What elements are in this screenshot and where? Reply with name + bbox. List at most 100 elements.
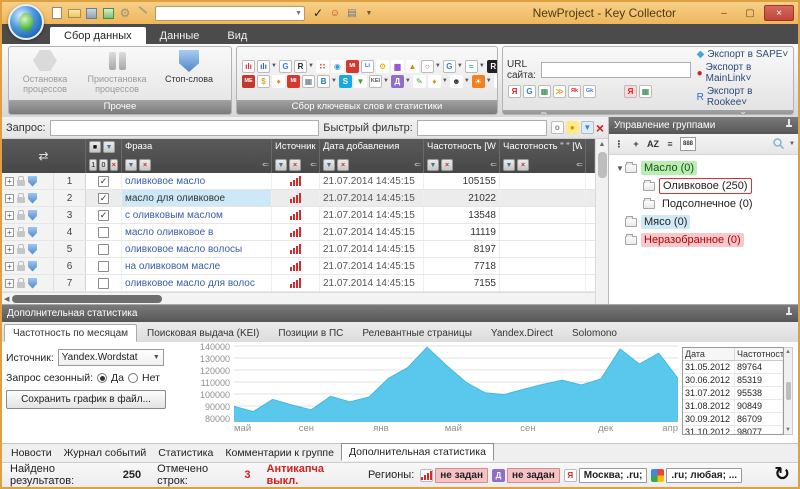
tree-item[interactable]: Подсолнечное (0) <box>611 195 796 213</box>
google-stat-icon[interactable]: G <box>279 60 292 73</box>
captcha-icon[interactable]: ☺ <box>328 7 342 20</box>
geo-icon[interactable]: ▼ <box>354 75 367 88</box>
clear-filter-icon[interactable]: × <box>139 159 151 171</box>
groups-search-icon[interactable] <box>772 137 785 152</box>
google-pages-icon[interactable]: G <box>523 85 536 98</box>
lock-icon[interactable] <box>17 265 25 271</box>
region-badge[interactable]: .ru; любая; ... <box>666 468 742 483</box>
select-all-icon[interactable]: ■ <box>89 141 101 153</box>
expand-row-icon[interactable]: + <box>5 245 14 254</box>
source-select[interactable]: Yandex.Wordstat▼ <box>58 349 164 366</box>
check-zero-icon[interactable]: 0 <box>99 159 107 171</box>
maximize-button[interactable]: ▢ <box>738 5 762 21</box>
tree-item[interactable]: Мясо (0) <box>611 213 796 231</box>
stats-tab-Позиции в ПС[interactable]: Позиции в ПС <box>269 324 352 342</box>
bottom-tab-Статистика[interactable]: Статистика <box>153 445 218 461</box>
kei-icon[interactable]: KEI▼ <box>369 75 389 88</box>
close-button[interactable]: × <box>764 5 794 21</box>
sape-export-button[interactable]: ◆Экспорт в SAPE˅ <box>697 49 789 60</box>
column-header-5[interactable]: Частотность " " [WS]▼×⇐ <box>500 139 586 173</box>
table-row[interactable]: +2✓масло для оливковое21.07.2014 14:45:1… <box>2 190 595 207</box>
pin-icon[interactable] <box>785 119 793 132</box>
filter-funnel-icon[interactable]: ▼ <box>323 159 335 171</box>
query-input[interactable] <box>50 120 320 136</box>
table-row[interactable]: +5оливковое масло волосы21.07.2014 14:45… <box>2 241 595 258</box>
expand-row-icon[interactable]: + <box>5 211 14 220</box>
clear-filter-icon[interactable]: × <box>441 159 453 171</box>
wizard-wand-icon[interactable] <box>135 7 149 20</box>
row-checkbox[interactable]: ✓ <box>98 176 109 187</box>
row-checkbox[interactable]: ✓ <box>98 193 109 204</box>
open-project-icon[interactable] <box>67 7 81 20</box>
expand-row-icon[interactable]: + <box>5 194 14 203</box>
shield-icon[interactable] <box>28 210 37 221</box>
checkbox-column-header[interactable]: ■▼10× <box>86 139 122 173</box>
table-row[interactable]: +3✓с оливковым маслом21.07.2014 14:45:15… <box>2 207 595 224</box>
filter-funnel-icon[interactable]: ▼ <box>581 121 594 134</box>
sort-az-icon[interactable]: AZ <box>646 137 660 151</box>
url-input[interactable] <box>541 62 691 78</box>
minimize-button[interactable]: – <box>712 5 736 21</box>
column-header-4[interactable]: Частотность [WS]▼×⇐ <box>424 139 500 173</box>
app-logo-icon[interactable] <box>8 4 44 40</box>
rambler-dark-icon[interactable]: R▼ <box>487 60 498 73</box>
skype-icon[interactable]: S <box>339 75 352 88</box>
new-project-icon[interactable] <box>50 7 64 20</box>
seasonal-yes-radio[interactable] <box>97 373 107 383</box>
check-one-icon[interactable]: 1 <box>89 159 97 171</box>
mail-ru2-icon[interactable]: MI <box>287 75 300 88</box>
phrase-cell[interactable]: на оливковом масле <box>122 258 272 274</box>
table-row[interactable]: +7оливковое масло для волос21.07.2014 14… <box>2 275 595 292</box>
bottom-tab-Комментарии к группе[interactable]: Комментарии к группе <box>220 445 339 461</box>
direct-icon[interactable]: Д▼ <box>391 75 411 88</box>
seasonal-no-radio[interactable] <box>128 373 138 383</box>
expand-row-icon[interactable]: + <box>5 279 14 288</box>
phrase-cell[interactable]: оливковое масло волосы <box>122 241 272 257</box>
tree-expand-icon[interactable]: ▼ <box>615 164 625 173</box>
api-gear-icon[interactable]: ⚙ <box>376 60 389 73</box>
lock-icon[interactable] <box>17 197 25 203</box>
sun-icon[interactable]: ☀▼ <box>472 75 492 88</box>
vertical-scrollbar[interactable]: ▲ <box>595 139 608 304</box>
clear-filter-icon[interactable]: × <box>517 159 529 171</box>
row-checkbox[interactable] <box>98 227 109 238</box>
column-settings-icon[interactable]: ⇄ <box>2 139 86 173</box>
quick-filter-input[interactable] <box>417 120 547 136</box>
stats-pin-icon[interactable] <box>785 307 793 320</box>
stat-purple-icon[interactable]: ▆ <box>391 60 404 73</box>
shield-icon[interactable] <box>28 278 37 289</box>
google-kei-icon[interactable]: Gk <box>583 85 596 98</box>
rambler-stat-icon[interactable]: R▼ <box>294 60 314 73</box>
row-checkbox[interactable] <box>98 278 109 289</box>
refresh-icon[interactable]: ↻ <box>774 466 790 484</box>
column-header-2[interactable]: Источник▼×⇐ <box>272 139 320 173</box>
shield-icon[interactable] <box>28 261 37 272</box>
waves-hints-icon[interactable]: ≈▼ <box>465 60 485 73</box>
tree-item[interactable]: ▼Масло (0) <box>611 159 796 177</box>
bing-icon[interactable]: B▼ <box>317 75 337 88</box>
hand-icon[interactable]: ♦ <box>272 75 285 88</box>
shield-icon[interactable] <box>28 227 37 238</box>
quick-search-combo[interactable]: ▼ <box>155 6 305 21</box>
edit-icon[interactable]: ✎ <box>413 75 426 88</box>
sort-color-icon[interactable]: ≡ <box>663 137 677 151</box>
yandex-metrika-icon[interactable]: ∷ <box>316 60 329 73</box>
pin-column-icon[interactable]: ⇐ <box>310 160 317 169</box>
region-badge[interactable]: не задан <box>435 468 488 483</box>
wordstat-collect-icon[interactable]: ılı <box>242 60 255 73</box>
filter-funnel-icon[interactable]: ▼ <box>427 159 439 171</box>
mail-ru-icon[interactable]: MI <box>346 60 359 73</box>
yandex-pos-icon[interactable]: Я <box>624 85 637 98</box>
shield-icon[interactable] <box>28 193 37 204</box>
pin-column-icon[interactable]: ⇐ <box>262 160 269 169</box>
apply-check-icon[interactable]: ✓ <box>311 7 325 20</box>
export-icon[interactable] <box>101 7 115 20</box>
filter-funnel-icon[interactable]: ▼ <box>503 159 515 171</box>
yandex-kei-icon[interactable]: Яk <box>568 85 581 98</box>
phrase-cell[interactable]: масло для оливковое <box>122 190 272 206</box>
liveinternet-icon[interactable]: Li <box>361 60 374 73</box>
table-row[interactable]: +1✓оливковое масло21.07.2014 14:45:15105… <box>2 173 595 190</box>
region-badge[interactable]: не задан <box>507 468 560 483</box>
bulb-icon[interactable]: ● <box>566 121 579 134</box>
wordstat-freq-icon[interactable]: ılı▼ <box>257 60 277 73</box>
